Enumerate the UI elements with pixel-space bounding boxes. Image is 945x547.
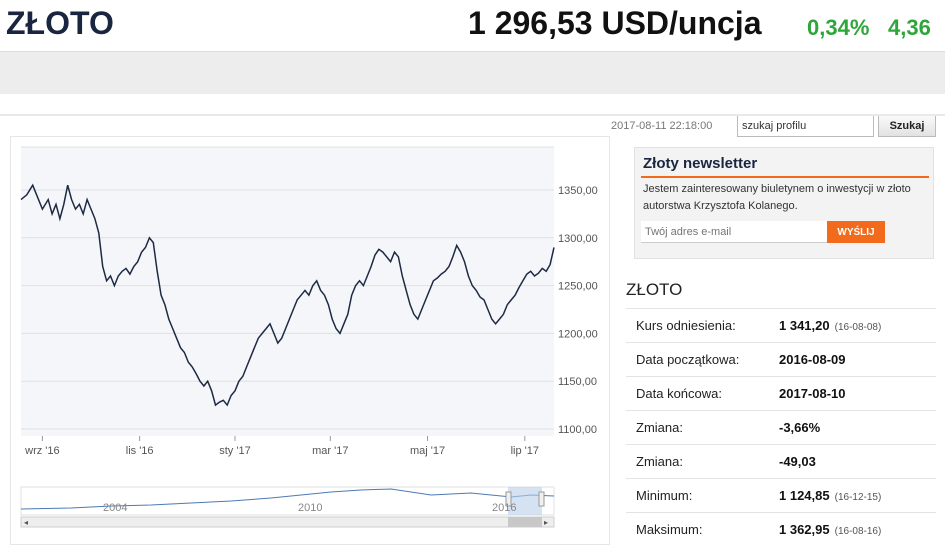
table-row: Data początkowa: 2016-08-09 (626, 342, 936, 377)
x-tick-label: maj '17 (410, 445, 445, 457)
y-tick-label: 1250,00 (558, 281, 598, 293)
navigator-frame (20, 486, 555, 516)
x-tick-label: mar '17 (312, 445, 348, 457)
stat-value-text: -49,03 (779, 454, 816, 469)
newsletter-text: Jestem zainteresowany biuletynem o inwes… (643, 183, 911, 212)
stat-value-text: 2016-08-09 (779, 352, 846, 367)
newsletter-rule (641, 176, 929, 178)
asset-title: ZŁOTO (6, 5, 114, 41)
y-tick-label: 1300,00 (558, 233, 598, 245)
x-tick-label: lis '16 (126, 445, 154, 457)
stat-value-text: 1 124,85 (779, 488, 830, 503)
toolbar: 2017-08-11 22:18:00 Szukaj (0, 52, 945, 137)
stat-label: Kurs odniesienia: (626, 308, 779, 343)
y-tick-label: 1200,00 (558, 328, 598, 340)
stat-value: 1 362,95 (16-08-16) (779, 512, 936, 547)
newsletter-title: Złoty newsletter (643, 155, 758, 172)
newsletter-box: Złoty newsletter Jestem zainteresowany b… (634, 147, 934, 259)
scrollbar-thumb[interactable] (508, 517, 542, 527)
chart-navigator[interactable]: 2004 2010 2016 ◂ ▸ (20, 486, 555, 528)
search-button[interactable]: Szukaj (878, 115, 936, 137)
stat-value: -49,03 (779, 444, 936, 479)
table-row: Zmiana: -3,66% (626, 410, 936, 445)
y-tick-label: 1350,00 (558, 185, 598, 197)
price-chart[interactable]: 1350,00 1300,00 1250,00 1200,00 1150,00 1100,… (10, 136, 610, 545)
table-row: Maksimum: 1 362,95 (16-08-16) (626, 512, 936, 547)
navigator-label: 2010 (298, 502, 322, 514)
navigator-label: 2016 (492, 502, 516, 514)
stat-value: 1 341,20 (16-08-08) (779, 308, 936, 343)
stat-label: Data początkowa: (626, 342, 779, 377)
stat-label: Zmiana: (626, 410, 779, 445)
table-row: Minimum: 1 124,85 (16-12-15) (626, 478, 936, 513)
stat-date-note: (16-08-08) (834, 322, 882, 333)
stat-date-note: (16-08-16) (834, 526, 882, 538)
stat-label: Maksimum: (626, 512, 779, 547)
y-tick-label: 1150,00 (558, 376, 597, 388)
header: ZŁOTO 1 296,53 USD/uncja 0,34% 4,36 (0, 0, 945, 52)
stat-value-text: 1 362,95 (779, 522, 830, 538)
table-row: Zmiana: -49,03 (626, 444, 936, 479)
navigator-label: 2004 (103, 502, 127, 514)
x-tick-label: sty '17 (219, 445, 250, 457)
search-input[interactable] (737, 115, 874, 137)
x-tick-label: lip '17 (511, 445, 539, 457)
newsletter-submit-button[interactable]: WYŚLIJ (827, 221, 885, 243)
scroll-left-icon[interactable]: ◂ (24, 518, 28, 527)
table-row: Data końcowa: 2017-08-10 (626, 376, 936, 411)
scroll-right-icon[interactable]: ▸ (544, 518, 548, 527)
table-row: Kurs odniesienia: 1 341,20 (16-08-08) (626, 308, 936, 343)
stat-value: 2016-08-09 (779, 342, 936, 377)
stat-label: Zmiana: (626, 444, 779, 479)
change-absolute: 4,36 (888, 15, 931, 40)
y-tick-label: 1100,00 (558, 424, 597, 436)
scrollbar-track[interactable] (20, 516, 555, 528)
stats-title: ZŁOTO (626, 280, 683, 299)
stat-value: 1 124,85 (16-12-15) (779, 478, 936, 513)
stats-table: Kurs odniesienia: 1 341,20 (16-08-08) Dat… (626, 308, 936, 547)
navigator-handle-right[interactable] (538, 491, 545, 507)
stat-date-note: (16-12-15) (834, 492, 882, 503)
current-price: 1 296,53 USD/uncja (468, 5, 762, 41)
stat-value: -3,66% (779, 410, 936, 445)
stat-label: Data końcowa: (626, 376, 779, 411)
stat-value-text: 2017-08-10 (779, 386, 846, 401)
divider (0, 114, 945, 116)
email-field[interactable] (641, 221, 827, 243)
change-percent: 0,34% (807, 15, 870, 40)
stat-value-text: 1 341,20 (779, 318, 830, 333)
stat-value-text: -3,66% (779, 420, 821, 435)
x-tick-label: wrz '16 (24, 445, 60, 457)
stat-label: Minimum: (626, 478, 779, 513)
quote-timestamp: 2017-08-11 22:18:00 (611, 120, 713, 132)
chart-svg: 1350,00 1300,00 1250,00 1200,00 1150,00 1100,… (20, 146, 598, 528)
stat-value: 2017-08-10 (779, 376, 936, 411)
